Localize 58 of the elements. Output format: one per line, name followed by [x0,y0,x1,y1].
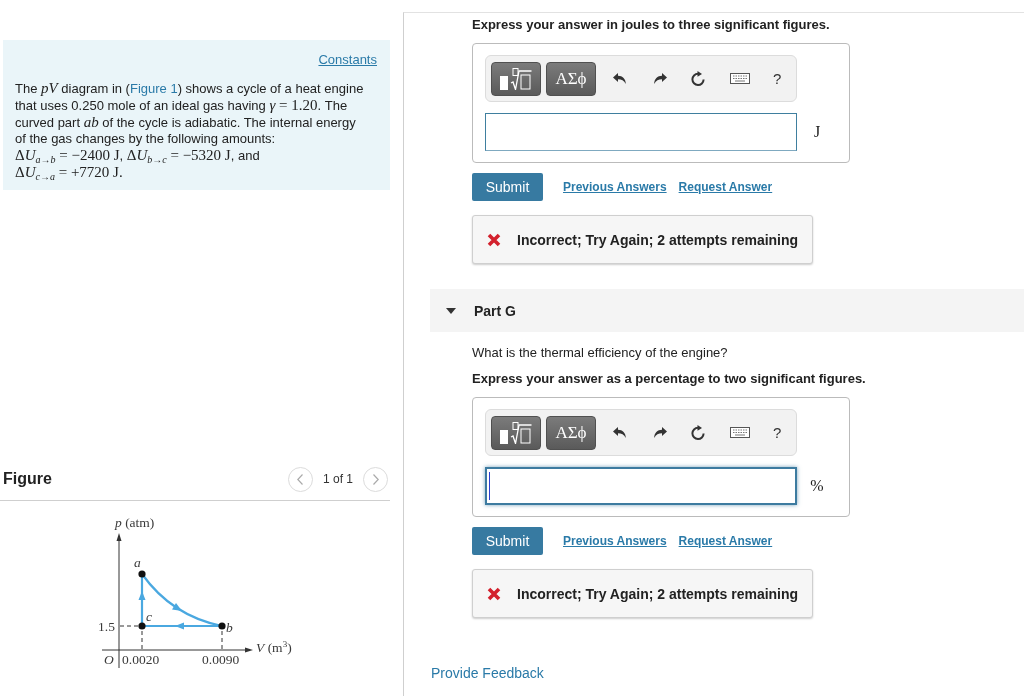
redo-icon[interactable] [653,426,667,439]
previous-answers-link[interactable]: Previous Answers [563,179,667,195]
unit-label: % [809,478,825,494]
point-label: a [134,556,141,570]
radical-template-icon [500,67,532,90]
point-dot-icon [138,622,146,630]
help-button[interactable]: ? [773,70,782,87]
tick-label: 0.0090 [202,653,240,667]
feedback-message: Incorrect; Try Again; 2 attempts remaining [517,585,799,602]
figure-link[interactable]: Figure 1 [129,81,178,96]
instruction-text: Express your answer as a percentage to two significant figures. [472,371,867,387]
template-button[interactable] [491,415,541,450]
chevron-left-icon [297,473,304,485]
reset-icon[interactable] [690,424,706,441]
undo-icon[interactable] [613,72,627,85]
template-button[interactable] [491,61,541,96]
part-title: Part G [474,302,516,319]
dashed-guide-line [119,625,139,627]
symbols-button[interactable]: ΑΣϕ [546,415,596,450]
origin-label: O [104,653,114,667]
reset-icon[interactable] [690,70,706,87]
answer-field[interactable] [485,113,797,151]
chevron-right-icon [372,473,379,485]
symbols-button[interactable]: ΑΣϕ [546,61,596,96]
tick-label: 1.5 [98,620,115,634]
redo-icon[interactable] [653,72,667,85]
text-cursor-icon [489,472,490,500]
point-dot-icon [218,622,226,630]
instruction-text: Express your answer in joules to three significant figures. [472,17,831,33]
point-label: b [226,621,233,635]
submit-button[interactable]: Submit [472,527,543,555]
undo-icon[interactable] [613,426,627,439]
point-label: c [146,610,152,624]
question-text: What is the thermal efficiency of the engine? [472,345,729,361]
dashed-guide-line [221,630,223,650]
constants-link[interactable]: Constants [318,52,377,67]
axis-label: p (atm) [115,516,155,530]
answer-field[interactable] [485,467,797,505]
unit-label: J [812,124,822,140]
submit-button[interactable]: Submit [472,173,543,201]
problem-text: The pV diagram in (Figure 1) shows a cycle of a heat engine that uses 0.250 mole of an ideal gas having γ = 1.20. The curved part ab of the cycle is adiabatic. The internal energy of the gas changes by the following amounts: ΔU$_{a→b}$ = −2400 J, ΔU$_{b→c}$ = −5320 J, and ΔU$_{c→a}$ = +7720 J. [15,80,365,181]
request-answer-link[interactable]: Request Answer [678,179,773,195]
part-header[interactable]: Part G [430,289,1024,332]
feedback-message: Incorrect; Try Again; 2 attempts remaining [517,231,799,248]
point-dot-icon [138,570,146,578]
dashed-guide-line [141,630,143,650]
tick-label: 0.0020 [122,653,160,667]
page-counter: 1 of 1 [322,472,353,486]
provide-feedback-link[interactable]: Provide Feedback [431,665,544,681]
help-button[interactable]: ? [773,424,782,441]
keyboard-icon[interactable] [730,427,750,438]
previous-answers-link[interactable]: Previous Answers [563,533,667,549]
triangle-down-icon[interactable] [446,305,456,316]
keyboard-icon[interactable] [730,73,750,84]
axis-label: V (m$^{3}$) [256,641,292,655]
request-answer-link[interactable]: Request Answer [678,533,773,549]
figure-heading: Figure [3,470,52,488]
radical-template-icon [500,421,532,444]
